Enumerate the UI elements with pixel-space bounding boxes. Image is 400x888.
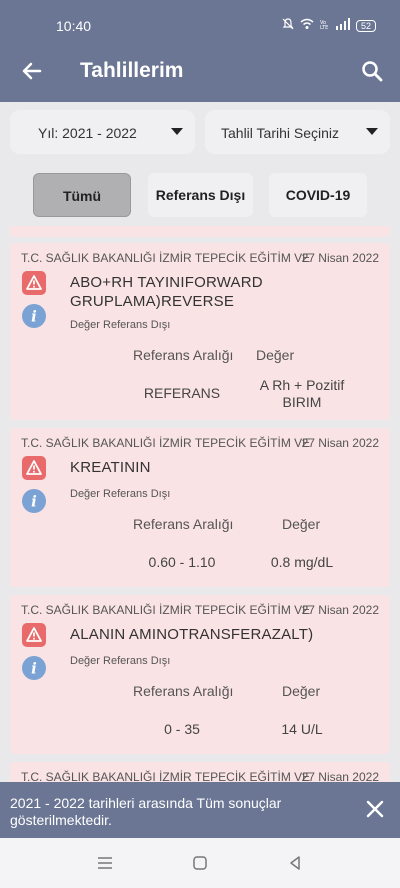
lte-icon: Vo LTE [320, 18, 330, 33]
info-icon[interactable]: i [22, 489, 46, 513]
result-date: 27 Nisan 2022 [301, 251, 379, 265]
result-date: 27 Nisan 2022 [301, 603, 379, 617]
status-icons: Vo LTE 52 [282, 18, 376, 33]
hospital-name: T.C. SAĞLIK BAKANLIĞI İZMİR TEPECİK EĞİT… [21, 603, 311, 617]
test-name: ABO+RH TAYINIFORWARD GRUPLAMA)REVERSE [70, 274, 263, 310]
filter-tabs: Tümü Referans Dışı COVID-19 [0, 173, 400, 217]
close-icon[interactable] [364, 798, 386, 820]
result-date: 27 Nisan 2022 [301, 770, 379, 782]
result-status: Değer Referans Dışı [70, 655, 171, 667]
page-title: Tahlillerim [80, 59, 184, 82]
caret-down-icon [366, 128, 378, 135]
result-date: 27 Nisan 2022 [301, 436, 379, 450]
reference-range-value: 0.60 - 1.10 [148, 554, 216, 570]
tab-covid19[interactable]: COVID-19 [269, 173, 367, 217]
info-icon[interactable]: i [22, 656, 46, 680]
value-header: Değer [282, 516, 321, 532]
test-date-select[interactable]: Tahlil Tarihi Seçiniz [205, 110, 390, 154]
menu-icon[interactable] [95, 853, 115, 873]
home-icon[interactable] [190, 853, 210, 873]
tab-out-of-reference[interactable]: Referans Dışı [148, 173, 253, 217]
reference-range-value: 0 - 35 [164, 721, 200, 737]
reference-range-header: Referans Aralığı [133, 347, 234, 363]
system-nav-bar [0, 838, 400, 888]
signal-icon [335, 18, 350, 33]
test-date-select-label: Tahlil Tarihi Seçiniz [221, 125, 340, 141]
result-status: Değer Referans Dışı [70, 319, 171, 331]
result-value: A Rh + Pozitif BIRIM [259, 377, 345, 410]
caret-down-icon [171, 128, 183, 135]
status-time: 10:40 [56, 18, 92, 34]
svg-text:i: i [31, 660, 37, 678]
app-bar: Tahlillerim [0, 40, 400, 102]
results-list[interactable]: T.C. SAĞLIK BAKANLIĞI İZMİR TEPECİK EĞİT… [0, 226, 400, 782]
hospital-name: T.C. SAĞLIK BAKANLIĞI İZMİR TEPECİK EĞİT… [21, 770, 311, 782]
svg-text:i: i [31, 493, 37, 511]
value-header: Değer [256, 347, 295, 363]
reference-range-value: REFERANS [143, 385, 221, 401]
value-header: Değer [282, 683, 321, 699]
svg-text:i: i [31, 308, 37, 326]
hospital-name: T.C. SAĞLIK BAKANLIĞI İZMİR TEPECİK EĞİT… [21, 436, 311, 450]
result-status: Değer Referans Dışı [70, 488, 171, 500]
result-card[interactable]: T.C. SAĞLIK BAKANLIĞI İZMİR TEPECİK EĞİT… [10, 595, 390, 754]
year-select-label: Yıl: 2021 - 2022 [38, 125, 137, 141]
snackbar-message: 2021 - 2022 tarihleri arasında Tüm sonuç… [10, 795, 282, 828]
back-nav-icon[interactable] [285, 853, 305, 873]
result-value: 14 U/L [281, 721, 323, 737]
reference-range-header: Referans Aralığı [133, 516, 234, 532]
tab-all[interactable]: Tümü [33, 173, 131, 217]
warning-icon[interactable] [22, 456, 46, 480]
warning-icon[interactable] [22, 271, 46, 295]
svg-text:LTE: LTE [320, 25, 328, 30]
result-card[interactable]: T.C. SAĞLIK BAKANLIĞI İZMİR TEPECİK EĞİT… [10, 243, 390, 420]
test-name: KREATININ [70, 459, 151, 476]
filter-bar: Yıl: 2021 - 2022 Tahlil Tarihi Seçiniz [0, 110, 400, 156]
mute-icon [282, 18, 294, 33]
year-select[interactable]: Yıl: 2021 - 2022 [10, 110, 195, 154]
warning-icon[interactable] [22, 623, 46, 647]
previous-card-edge [10, 226, 390, 237]
battery-icon: 52 [355, 19, 376, 32]
reference-range-header: Referans Aralığı [133, 683, 234, 699]
test-name: ALANIN AMINOTRANSFERAZALT) [70, 626, 314, 643]
info-snackbar: 2021 - 2022 tarihleri arasında Tüm sonuç… [0, 782, 400, 838]
result-value: 0.8 mg/dL [270, 554, 334, 570]
wifi-icon [300, 18, 314, 33]
status-bar: 10:40 Vo LTE 52 [0, 0, 400, 40]
result-card[interactable]: T.C. SAĞLIK BAKANLIĞI İZMİR TEPECİK EĞİT… [10, 762, 390, 782]
result-card[interactable]: T.C. SAĞLIK BAKANLIĞI İZMİR TEPECİK EĞİT… [10, 428, 390, 587]
back-arrow-icon[interactable] [20, 59, 44, 83]
search-icon[interactable] [360, 59, 384, 83]
hospital-name: T.C. SAĞLIK BAKANLIĞI İZMİR TEPECİK EĞİT… [21, 251, 311, 265]
info-icon[interactable]: i [22, 304, 46, 328]
